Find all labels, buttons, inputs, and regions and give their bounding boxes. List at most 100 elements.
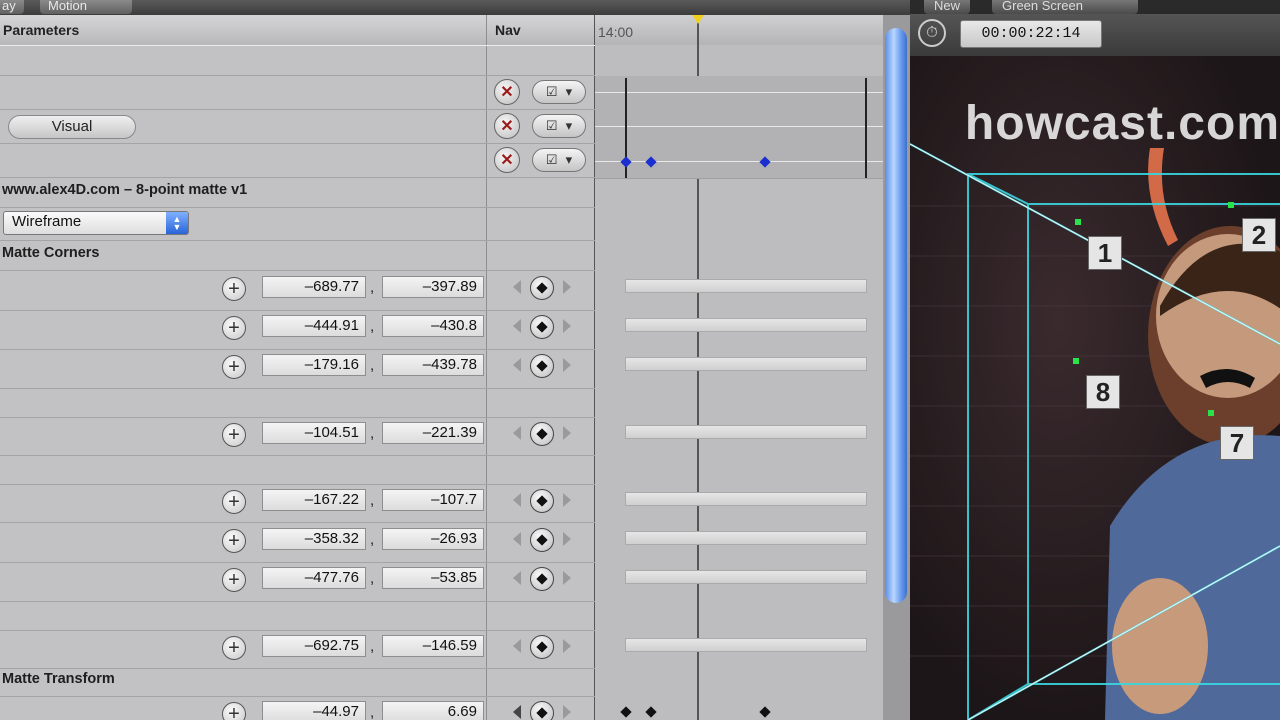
prev-keyframe-icon[interactable] — [513, 319, 521, 333]
next-keyframe-icon[interactable] — [563, 358, 571, 372]
add-point-button[interactable]: + — [222, 568, 246, 592]
diamond-icon — [536, 707, 548, 719]
keyframe-diamond[interactable] — [759, 706, 771, 718]
add-point-button[interactable]: + — [222, 316, 246, 340]
chevron-down-icon: ▾ — [565, 118, 573, 133]
add-point-button[interactable]: + — [222, 277, 246, 301]
keyframe-track-bar[interactable] — [625, 531, 867, 545]
tab-play[interactable]: ay — [0, 0, 24, 14]
prev-keyframe-icon[interactable] — [513, 532, 521, 546]
mode-select[interactable]: Wireframe ▲ ▼ — [3, 211, 189, 235]
enable-menu-button[interactable]: ☑ ▾ — [532, 114, 586, 138]
enable-menu-button[interactable]: ☑ ▾ — [532, 148, 586, 172]
add-keyframe-button[interactable] — [530, 315, 554, 339]
visual-button-label: Visual — [51, 118, 93, 135]
y-value-field[interactable]: –439.78 — [382, 354, 484, 376]
y-value-field[interactable]: –397.89 — [382, 276, 484, 298]
add-point-button[interactable]: + — [222, 529, 246, 553]
add-keyframe-button[interactable] — [530, 528, 554, 552]
y-value-field[interactable]: –53.85 — [382, 567, 484, 589]
reset-button[interactable]: ✕ — [494, 79, 520, 105]
canvas-viewer: New Green Screen ⏱ 00:00:22:14 1 2 8 7 h… — [910, 0, 1280, 720]
timeline-time-label: 14:00 — [598, 24, 634, 40]
playhead-marker-icon[interactable] — [692, 15, 704, 24]
y-value-field[interactable]: –221.39 — [382, 422, 484, 444]
add-keyframe-button[interactable] — [530, 701, 554, 720]
point-marker-8[interactable]: 8 — [1086, 375, 1120, 409]
tab-green-screen-label: Green Screen — [1002, 0, 1083, 13]
x-value-field[interactable]: –179.16 — [262, 354, 366, 376]
x-value-field[interactable]: –444.91 — [262, 315, 366, 337]
prev-keyframe-icon[interactable] — [513, 571, 521, 585]
param-row — [0, 45, 595, 76]
tab-new[interactable]: New — [924, 0, 971, 14]
prev-keyframe-icon[interactable] — [513, 705, 521, 719]
add-keyframe-button[interactable] — [530, 354, 554, 378]
add-point-button[interactable]: + — [222, 636, 246, 660]
keyframe-timeline[interactable]: 14:00 — [595, 15, 883, 720]
point-marker-2[interactable]: 2 — [1242, 218, 1276, 252]
add-point-button[interactable]: + — [222, 702, 246, 720]
prev-keyframe-icon[interactable] — [513, 639, 521, 653]
keyframe-track-bar[interactable] — [625, 638, 867, 652]
point-marker-7[interactable]: 7 — [1220, 426, 1254, 460]
add-point-button[interactable]: + — [222, 490, 246, 514]
keyframe-track-bar[interactable] — [625, 570, 867, 584]
tab-motion[interactable]: Motion — [40, 0, 132, 14]
add-point-button[interactable]: + — [222, 355, 246, 379]
clock-icon[interactable]: ⏱ — [918, 19, 946, 47]
prev-keyframe-icon[interactable] — [513, 358, 521, 372]
diamond-icon — [536, 573, 548, 585]
next-keyframe-icon[interactable] — [563, 319, 571, 333]
enable-menu-button[interactable]: ☑ ▾ — [532, 80, 586, 104]
keyframe-diamond[interactable] — [620, 706, 632, 718]
point-marker-1[interactable]: 1 — [1088, 236, 1122, 270]
diamond-icon — [536, 282, 548, 294]
check-icon: ☑ — [545, 84, 558, 99]
corner-row-3: + –179.16 , –439.78 — [0, 354, 595, 384]
next-keyframe-icon[interactable] — [563, 639, 571, 653]
y-value-field[interactable]: –107.7 — [382, 489, 484, 511]
visual-button[interactable]: Visual — [8, 115, 136, 139]
x-value-field[interactable]: –689.77 — [262, 276, 366, 298]
next-keyframe-icon[interactable] — [563, 426, 571, 440]
prev-keyframe-icon[interactable] — [513, 493, 521, 507]
tab-green-screen[interactable]: Green Screen — [992, 0, 1138, 14]
y-value-field[interactable]: –146.59 — [382, 635, 484, 657]
next-keyframe-icon[interactable] — [563, 571, 571, 585]
add-keyframe-button[interactable] — [530, 422, 554, 446]
keyframe-diamond[interactable] — [645, 706, 657, 718]
timeline-ruler[interactable]: 14:00 — [595, 15, 883, 45]
reset-button[interactable]: ✕ — [494, 113, 520, 139]
y-value-field[interactable]: –430.8 — [382, 315, 484, 337]
scrollbar-thumb[interactable] — [885, 28, 907, 603]
x-value-field[interactable]: –692.75 — [262, 635, 366, 657]
track-row — [595, 76, 883, 111]
add-keyframe-button[interactable] — [530, 276, 554, 300]
add-point-button[interactable]: + — [222, 423, 246, 447]
y-value-field[interactable]: 6.69 — [382, 701, 484, 720]
keyframe-track-bar[interactable] — [625, 357, 867, 371]
x-value-field[interactable]: –358.32 — [262, 528, 366, 550]
next-keyframe-icon[interactable] — [563, 280, 571, 294]
x-value-field[interactable]: –477.76 — [262, 567, 366, 589]
add-keyframe-button[interactable] — [530, 635, 554, 659]
prev-keyframe-icon[interactable] — [513, 280, 521, 294]
keyframe-track-bar[interactable] — [625, 279, 867, 293]
track-line — [595, 92, 883, 93]
x-value-field[interactable]: –167.22 — [262, 489, 366, 511]
y-value-field[interactable]: –26.93 — [382, 528, 484, 550]
next-keyframe-icon[interactable] — [563, 532, 571, 546]
timecode-field[interactable]: 00:00:22:14 — [960, 20, 1102, 48]
keyframe-track-bar[interactable] — [625, 492, 867, 506]
x-value-field[interactable]: –104.51 — [262, 422, 366, 444]
reset-button[interactable]: ✕ — [494, 147, 520, 173]
keyframe-track-bar[interactable] — [625, 318, 867, 332]
add-keyframe-button[interactable] — [530, 567, 554, 591]
x-value-field[interactable]: –44.97 — [262, 701, 366, 720]
prev-keyframe-icon[interactable] — [513, 426, 521, 440]
next-keyframe-icon[interactable] — [563, 705, 571, 719]
add-keyframe-button[interactable] — [530, 489, 554, 513]
keyframe-track-bar[interactable] — [625, 425, 867, 439]
next-keyframe-icon[interactable] — [563, 493, 571, 507]
